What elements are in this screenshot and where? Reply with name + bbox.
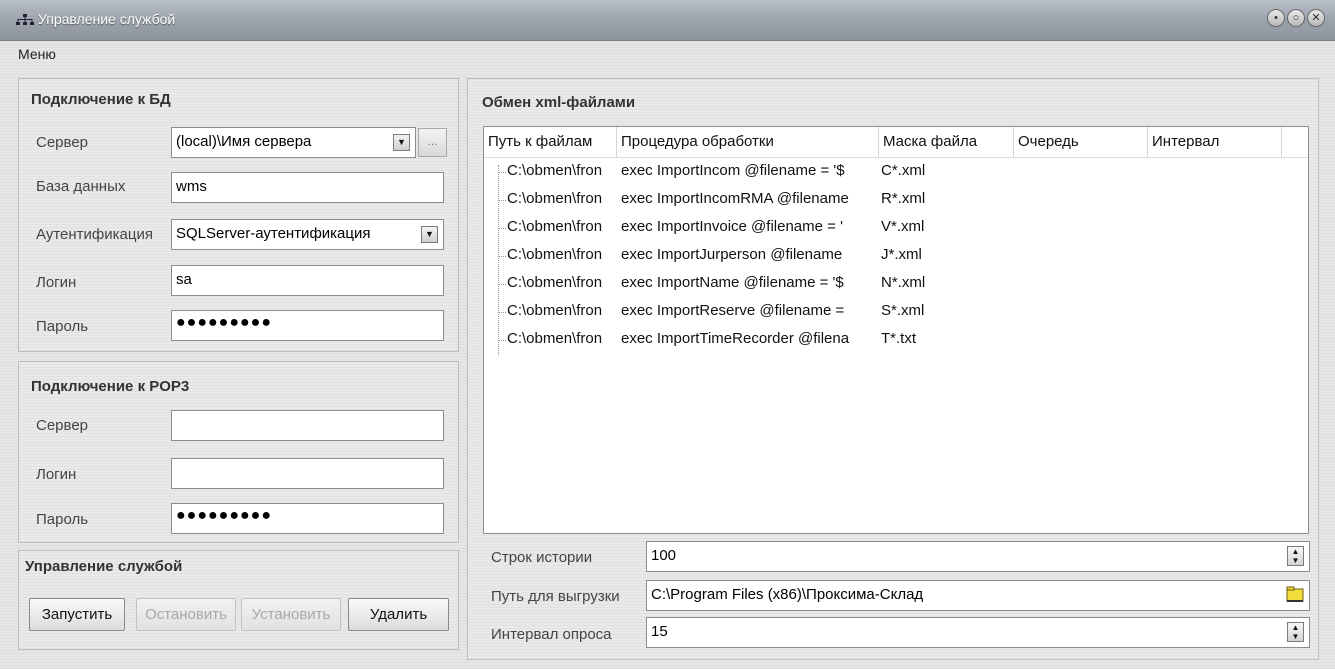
column-header-interval[interactable]: Интервал [1148, 127, 1282, 157]
folder-icon[interactable] [1286, 586, 1304, 603]
pop3-login-field[interactable] [171, 458, 444, 489]
server-browse-button[interactable]: ... [418, 128, 447, 157]
install-button[interactable]: Установить [241, 598, 341, 631]
group-title: Управление службой [25, 558, 183, 575]
pop3-password-field[interactable]: ●●●●●●●●● [171, 503, 444, 534]
server-label: Сервер [36, 134, 89, 151]
start-button[interactable]: Запустить [29, 598, 125, 631]
chevron-down-icon[interactable]: ▼ [421, 226, 438, 243]
service-control-group: Управление службой Запустить Остановить … [18, 550, 459, 650]
database-field[interactable]: wms [171, 172, 444, 203]
column-header-mask[interactable]: Маска файла [879, 127, 1014, 157]
server-combobox[interactable]: (local)\Имя сервера ▼ [171, 127, 416, 158]
password-label: Пароль [36, 511, 89, 528]
auth-combobox[interactable]: SQLServer-аутентификация ▼ [171, 219, 444, 250]
spinner-arrows-icon[interactable]: ▲ ▼ [1287, 546, 1304, 566]
close-icon[interactable]: ✕ [1307, 9, 1325, 27]
window-controls: • ○ ✕ [1267, 9, 1325, 27]
login-field[interactable]: sa [171, 265, 444, 296]
list-item[interactable]: C:\obmen\fron exec ImportIncom @filename… [484, 158, 1308, 186]
column-header-path[interactable]: Путь к файлам [484, 127, 617, 157]
database-label: База данных [36, 178, 126, 195]
login-label: Логин [36, 274, 77, 291]
title-bar: Управление службой • ○ ✕ [0, 0, 1335, 41]
server-value: (local)\Имя сервера [176, 133, 312, 150]
history-rows-label: Строк истории [491, 549, 593, 566]
pop3-connection-group: Подключение к POP3 Сервер Логин Пароль ●… [18, 361, 459, 543]
password-field[interactable]: ●●●●●●●●● [171, 310, 444, 341]
stop-button[interactable]: Остановить [136, 598, 236, 631]
pop3-server-field[interactable] [171, 410, 444, 441]
network-icon [16, 14, 34, 25]
list-item[interactable]: C:\obmen\fron exec ImportJurperson @file… [484, 242, 1308, 270]
list-item[interactable]: C:\obmen\fron exec ImportReserve @filena… [484, 298, 1308, 326]
menu-bar [0, 41, 1335, 69]
list-item[interactable]: C:\obmen\fron exec ImportInvoice @filena… [484, 214, 1308, 242]
group-title: Обмен xml-файлами [482, 94, 636, 111]
column-header-queue[interactable]: Очередь [1014, 127, 1148, 157]
minimize-icon[interactable]: • [1267, 9, 1285, 27]
list-item[interactable]: C:\obmen\fron exec ImportIncomRMA @filen… [484, 186, 1308, 214]
menu-item-menu[interactable]: Меню [18, 46, 56, 62]
auth-label: Аутентификация [36, 226, 153, 243]
list-header: Путь к файлам Процедура обработки Маска … [484, 127, 1308, 158]
list-item[interactable]: C:\obmen\fron exec ImportTimeRecorder @f… [484, 326, 1308, 354]
export-path-label: Путь для выгрузки [491, 588, 620, 605]
login-label: Логин [36, 466, 77, 483]
poll-interval-field[interactable]: 15 ▲ ▼ [646, 617, 1310, 648]
xml-rules-list[interactable]: Путь к файлам Процедура обработки Маска … [483, 126, 1309, 534]
spinner-arrows-icon[interactable]: ▲ ▼ [1287, 622, 1304, 642]
maximize-icon[interactable]: ○ [1287, 9, 1305, 27]
window-title: Управление службой [38, 11, 176, 27]
auth-value: SQLServer-аутентификация [176, 225, 371, 242]
db-connection-group: Подключение к БД Сервер (local)\Имя серв… [18, 78, 459, 352]
delete-button[interactable]: Удалить [348, 598, 449, 631]
chevron-down-icon[interactable]: ▼ [393, 134, 410, 151]
server-label: Сервер [36, 417, 89, 434]
history-rows-field[interactable]: 100 ▲ ▼ [646, 541, 1310, 572]
group-title: Подключение к POP3 [31, 378, 190, 395]
poll-interval-label: Интервал опроса [491, 626, 612, 643]
export-path-field[interactable]: C:\Program Files (x86)\Проксима-Склад [646, 580, 1310, 611]
column-header-procedure[interactable]: Процедура обработки [617, 127, 879, 157]
password-label: Пароль [36, 318, 89, 335]
group-title: Подключение к БД [31, 91, 171, 108]
list-item[interactable]: C:\obmen\fron exec ImportName @filename … [484, 270, 1308, 298]
